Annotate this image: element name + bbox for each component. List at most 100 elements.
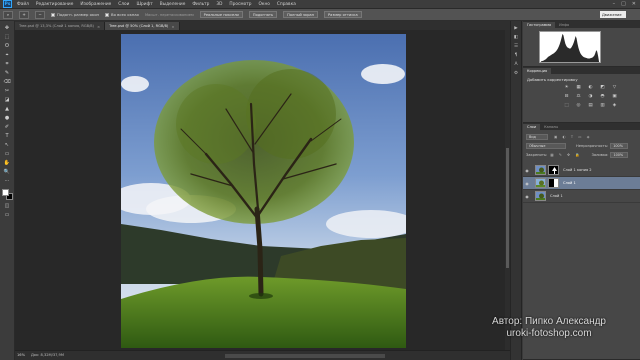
minimize-icon[interactable]: –	[613, 1, 616, 7]
resize-windows-checkbox[interactable]: Подогн. размер окон	[51, 12, 99, 17]
tab-info[interactable]: Инфо	[555, 22, 573, 28]
invert-icon[interactable]: ⬚	[563, 102, 570, 108]
pen-tool-icon[interactable]: ✐	[2, 123, 12, 130]
photoshop-logo-icon[interactable]: Ps	[3, 0, 12, 8]
path-select-tool-icon[interactable]: ↖	[2, 141, 12, 148]
scrubby-zoom-label[interactable]: Масшт. перетаскиванием	[145, 13, 194, 17]
eraser-tool-icon[interactable]: ⌫	[2, 78, 12, 85]
close-icon[interactable]: ✕	[632, 1, 636, 7]
color-balance-icon[interactable]: ⚖	[575, 93, 582, 99]
zoom-tool-icon[interactable]: 🔍	[2, 168, 12, 175]
list-icon[interactable]: ☰	[513, 43, 520, 49]
zoom-level[interactable]: 16%	[17, 353, 25, 357]
crop-tool-icon[interactable]: ⌗	[2, 60, 12, 67]
properties-icon[interactable]: ◧	[513, 34, 520, 40]
tab-channels[interactable]: Каналы	[540, 124, 562, 130]
dodge-tool-icon[interactable]: ●	[2, 114, 12, 121]
threshold-icon[interactable]: ▤	[587, 102, 594, 108]
screen-mode-icon[interactable]: ▭	[2, 211, 12, 218]
zoom-all-windows-checkbox[interactable]: Во всех окнах	[105, 12, 139, 17]
horizontal-scrollbar[interactable]	[225, 354, 385, 358]
quick-select-tool-icon[interactable]: ⌖	[2, 51, 12, 58]
menu-image[interactable]: Изображение	[80, 2, 111, 7]
history-brush-icon[interactable]: ◪	[2, 96, 12, 103]
type-tool-icon[interactable]: T	[2, 132, 12, 139]
brush-tool-icon[interactable]: ✎	[2, 69, 12, 76]
layer-mask-thumbnail[interactable]	[548, 165, 559, 175]
brightness-icon[interactable]: ☀	[563, 84, 570, 90]
image-canvas[interactable]	[121, 34, 406, 348]
more-tools-icon[interactable]: ⋯	[2, 177, 12, 184]
blend-mode-select[interactable]: Обычные	[526, 142, 566, 149]
selective-color-icon[interactable]: ◈	[611, 102, 618, 108]
fit-screen-button[interactable]: Подогнать	[248, 11, 278, 18]
menu-file[interactable]: Файл	[17, 2, 29, 7]
zoom-in-icon[interactable]: +	[19, 10, 29, 19]
channel-mixer-icon[interactable]: ▣	[611, 93, 618, 99]
visibility-eye-icon[interactable]: ◉	[523, 181, 531, 186]
marquee-tool-icon[interactable]: ⬚	[2, 33, 12, 40]
tab-histogram[interactable]: Гистограмма	[523, 22, 556, 28]
close-tab-icon[interactable]: ×	[97, 24, 100, 29]
opacity-input[interactable]: 100%	[610, 142, 629, 149]
menu-layer[interactable]: Слои	[118, 2, 129, 7]
posterize-icon[interactable]: ◎	[575, 102, 582, 108]
layer-name[interactable]: Слой 1 копия 2	[563, 168, 592, 172]
quick-mask-icon[interactable]: ◫	[2, 202, 12, 209]
black-white-icon[interactable]: ◑	[587, 93, 594, 99]
maximize-icon[interactable]: □	[621, 1, 626, 7]
adjustments-title: Добавить корректировку	[527, 77, 578, 82]
curves-icon[interactable]: ◐	[587, 84, 594, 90]
tab-adjustments[interactable]: Коррекция	[523, 68, 552, 74]
menu-window[interactable]: Окно	[258, 2, 269, 7]
menu-select[interactable]: Выделение	[160, 2, 186, 7]
zoom-icon[interactable]: ⌕	[3, 10, 13, 19]
layer-name[interactable]: Слой 1	[563, 181, 576, 185]
hand-tool-icon[interactable]: ✋	[2, 159, 12, 166]
lasso-tool-icon[interactable]: ʘ	[2, 42, 12, 49]
menu-3d[interactable]: 3D	[216, 2, 222, 7]
filter-icons[interactable]: ▣ ◐ T ▭ ◈	[554, 135, 591, 139]
layer-row[interactable]: ◉ Слой 1 копия 2	[523, 164, 640, 177]
fill-screen-button[interactable]: Полный экран	[283, 11, 318, 18]
document-tab[interactable]: Tree.psd @ 13,3% (Слой 1 копия, RGB/8) ×	[15, 22, 106, 30]
gradient-tool-icon[interactable]: ▲	[2, 105, 12, 112]
menu-help[interactable]: Справка	[277, 2, 296, 7]
shape-tool-icon[interactable]: ▭	[2, 150, 12, 157]
actual-pixels-button[interactable]: Реальные пиксели	[199, 11, 243, 18]
layer-row[interactable]: ◉ Слой 1	[523, 190, 640, 203]
menu-edit[interactable]: Редактирование	[36, 2, 74, 7]
document-size[interactable]: Док: 8,32M/37,9M	[31, 353, 64, 357]
hue-saturation-icon[interactable]: ⊟	[563, 93, 570, 99]
photo-filter-icon[interactable]: ◓	[599, 93, 606, 99]
exposure-icon[interactable]: ◩	[599, 84, 606, 90]
layer-mask-thumbnail[interactable]	[548, 178, 559, 188]
character-icon[interactable]: A	[513, 61, 520, 67]
vibrance-icon[interactable]: ▽	[611, 84, 618, 90]
document-tab-active[interactable]: Tree.psd @ 50% (Слой 1, RGB/8) ×	[105, 22, 180, 30]
fill-input[interactable]: 100%	[610, 151, 629, 158]
gradient-map-icon[interactable]: ▥	[599, 102, 606, 108]
tab-layers[interactable]: Слои	[523, 124, 541, 130]
paragraph-icon[interactable]: ¶	[513, 52, 520, 58]
zoom-out-icon[interactable]: −	[35, 10, 45, 19]
scroll-thumb[interactable]	[506, 148, 509, 268]
layer-filter-select[interactable]: Вид	[526, 133, 548, 140]
layer-row-selected[interactable]: ◉ Слой 1	[523, 177, 640, 190]
visibility-eye-icon[interactable]: ◉	[523, 194, 531, 199]
menu-view[interactable]: Просмотр	[229, 2, 251, 7]
play-icon[interactable]: ▶	[513, 25, 520, 31]
lock-icons[interactable]: ▦ ✎ ✥ 🔒	[550, 153, 581, 157]
menu-type[interactable]: Шрифт	[136, 2, 152, 7]
foreground-color-swatch[interactable]	[1, 189, 9, 196]
clone-tool-icon[interactable]: ✂	[2, 87, 12, 94]
levels-icon[interactable]: ▦	[575, 84, 582, 90]
settings-icon[interactable]: ⚙	[513, 70, 520, 76]
menu-filter[interactable]: Фильтр	[192, 2, 209, 7]
visibility-eye-icon[interactable]: ◉	[523, 168, 531, 173]
close-tab-icon[interactable]: ×	[171, 24, 174, 29]
layer-name[interactable]: Слой 1	[550, 194, 563, 198]
move-tool-icon[interactable]: ✥	[2, 24, 12, 31]
print-size-button[interactable]: Размер оттиска	[323, 11, 362, 18]
workspace-select[interactable]: Движение	[600, 11, 626, 18]
